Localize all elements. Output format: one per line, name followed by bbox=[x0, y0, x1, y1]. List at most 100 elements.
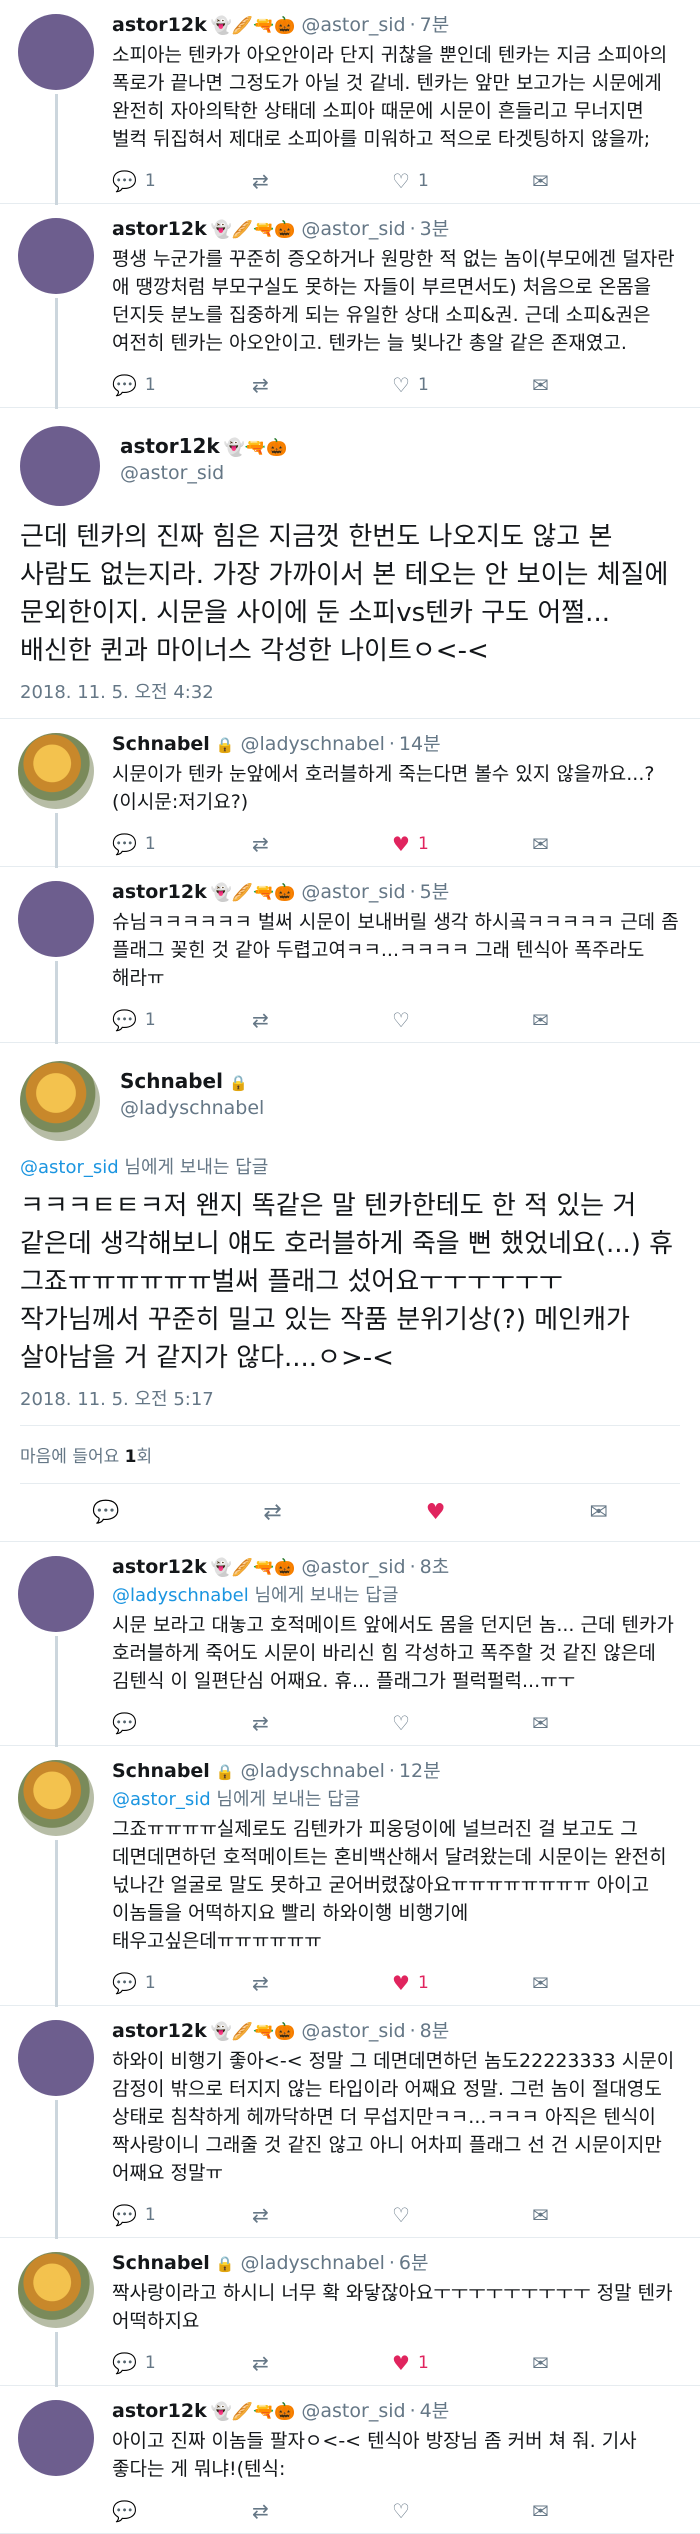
like-button[interactable]: ♥ 1 bbox=[392, 832, 532, 856]
display-name[interactable]: Schnabel bbox=[112, 1758, 210, 1784]
retweet-button[interactable]: ⇄ bbox=[252, 1971, 392, 1995]
tweet[interactable]: astor12k 👻🥖🔫🎃 @astor_sid · 3분 평생 누군가를 꾸준… bbox=[0, 204, 700, 409]
tweet[interactable]: Schnabel 🔒 @ladyschnabel · 6분 짝사랑이라고 하시니… bbox=[0, 2238, 700, 2387]
tweet-header: Schnabel 🔒 @ladyschnabel · 14분 bbox=[112, 731, 680, 758]
display-name[interactable]: astor12k bbox=[112, 1554, 207, 1580]
avatar[interactable] bbox=[18, 14, 94, 90]
tweet[interactable]: Schnabel 🔒 @ladyschnabel · 14분 시문이가 텐카 눈… bbox=[0, 719, 700, 868]
display-name[interactable]: Schnabel bbox=[112, 2250, 210, 2276]
timestamp[interactable]: 7분 bbox=[420, 12, 450, 38]
action-bar: 💬 1 ⇄ ♡ 1 ✉ bbox=[112, 165, 680, 197]
tweet[interactable]: astor12k 👻🥖🔫🎃 @astor_sid · 7분 소피아는 텐카가 아… bbox=[0, 0, 700, 205]
reply-button[interactable]: 💬 1 bbox=[112, 169, 252, 193]
dm-button[interactable]: ✉ bbox=[532, 1711, 672, 1735]
retweet-button[interactable]: ⇄ bbox=[252, 373, 392, 397]
user-handle[interactable]: @astor_sid bbox=[301, 216, 405, 242]
retweet-button[interactable]: ⇄ bbox=[252, 832, 392, 856]
dm-button[interactable]: ✉ bbox=[532, 2203, 672, 2227]
like-count-row[interactable]: 마음에 들어요 1회 bbox=[20, 1425, 680, 1483]
display-name[interactable]: astor12k bbox=[112, 12, 207, 38]
avatar[interactable] bbox=[18, 1760, 94, 1836]
user-handle[interactable]: @astor_sid bbox=[301, 12, 405, 38]
reply-target-link[interactable]: @astor_sid bbox=[112, 1789, 211, 1810]
user-handle[interactable]: @astor_sid bbox=[301, 879, 405, 905]
dm-button[interactable]: ✉ bbox=[532, 373, 672, 397]
avatar[interactable] bbox=[18, 881, 94, 957]
like-button[interactable]: ♡ bbox=[392, 1711, 532, 1735]
display-name[interactable]: astor12k bbox=[112, 2018, 207, 2044]
tweet[interactable]: Schnabel 🔒 @ladyschnabel · 12분 @astor_si… bbox=[0, 1746, 700, 2007]
display-name[interactable]: astor12k bbox=[112, 2398, 207, 2424]
dm-button[interactable]: ✉ bbox=[532, 1971, 672, 1995]
user-handle[interactable]: @astor_sid bbox=[301, 1554, 405, 1580]
user-handle[interactable]: @astor_sid bbox=[301, 2018, 405, 2044]
like-button[interactable]: ♥ 1 bbox=[392, 1971, 532, 1995]
tweet-header: astor12k 👻🥖🔫🎃 @astor_sid · 4분 bbox=[112, 2398, 680, 2425]
mail-icon: ✉ bbox=[532, 1971, 549, 1995]
timestamp[interactable]: 6분 bbox=[399, 2250, 429, 2276]
reply-button[interactable]: 💬 1 bbox=[112, 832, 252, 856]
avatar[interactable] bbox=[20, 1061, 100, 1141]
display-name[interactable]: astor12k bbox=[120, 434, 220, 458]
reply-target-link[interactable]: @astor_sid bbox=[20, 1157, 119, 1178]
retweet-button[interactable]: ⇄ bbox=[252, 2351, 392, 2375]
like-button[interactable]: ♥ 1 bbox=[392, 2351, 532, 2375]
dm-button[interactable]: ✉ bbox=[532, 1008, 672, 1032]
heart-icon[interactable]: ♥ bbox=[426, 1500, 446, 1525]
display-name[interactable]: astor12k bbox=[112, 879, 207, 905]
timestamp[interactable]: 4분 bbox=[420, 2398, 450, 2424]
avatar[interactable] bbox=[18, 733, 94, 809]
mail-icon[interactable]: ✉ bbox=[590, 1500, 608, 1525]
user-handle[interactable]: @astor_sid bbox=[120, 460, 680, 486]
user-handle[interactable]: @astor_sid bbox=[301, 2398, 405, 2424]
user-handle[interactable]: @ladyschnabel bbox=[241, 731, 385, 757]
reply-button[interactable]: 💬 1 bbox=[112, 2203, 252, 2227]
reply-button[interactable]: 💬 bbox=[112, 1711, 252, 1735]
timestamp[interactable]: 8분 bbox=[420, 2018, 450, 2044]
tweet-header: astor12k 👻🥖🔫🎃 @astor_sid · 8분 bbox=[112, 2018, 680, 2045]
tweet[interactable]: astor12k 👻🥖🔫🎃 @astor_sid · 8분 하와이 비행기 좋아… bbox=[0, 2006, 700, 2239]
avatar[interactable] bbox=[18, 218, 94, 294]
reply-button[interactable]: 💬 1 bbox=[112, 2351, 252, 2375]
reply-target-link[interactable]: @ladyschnabel bbox=[112, 1585, 249, 1606]
timestamp[interactable]: 3분 bbox=[420, 216, 450, 242]
like-button[interactable]: ♡ 1 bbox=[392, 373, 532, 397]
user-handle[interactable]: @ladyschnabel bbox=[241, 2250, 385, 2276]
retweet-button[interactable]: ⇄ bbox=[252, 169, 392, 193]
retweet-button[interactable]: ⇄ bbox=[252, 1711, 392, 1735]
user-handle[interactable]: @ladyschnabel bbox=[241, 1758, 385, 1784]
tweet-timestamp[interactable]: 2018. 11. 5. 오전 5:17 bbox=[20, 1385, 680, 1425]
avatar[interactable] bbox=[18, 2020, 94, 2096]
display-name[interactable]: astor12k bbox=[112, 216, 207, 242]
reply-button[interactable]: 💬 1 bbox=[112, 1971, 252, 1995]
dm-button[interactable]: ✉ bbox=[532, 832, 672, 856]
dm-button[interactable]: ✉ bbox=[532, 169, 672, 193]
tweet[interactable]: astor12k 👻🥖🔫🎃 @astor_sid · 4분 아이고 진짜 이놈들… bbox=[0, 2386, 700, 2534]
display-name[interactable]: Schnabel bbox=[112, 731, 210, 757]
like-button[interactable]: ♡ 1 bbox=[392, 169, 532, 193]
tweet[interactable]: astor12k 👻🥖🔫🎃 @astor_sid · 8초 @ladyschna… bbox=[0, 1542, 700, 1747]
dm-button[interactable]: ✉ bbox=[532, 2351, 672, 2375]
timestamp[interactable]: 5분 bbox=[420, 879, 450, 905]
name-emojis: 👻🥖🔫🎃 bbox=[210, 2022, 296, 2042]
avatar[interactable] bbox=[18, 2252, 94, 2328]
display-name[interactable]: Schnabel bbox=[120, 1069, 223, 1093]
user-handle[interactable]: @ladyschnabel bbox=[120, 1095, 680, 1121]
timestamp[interactable]: 14분 bbox=[399, 731, 441, 757]
avatar[interactable] bbox=[20, 426, 100, 506]
reply-icon[interactable]: 💬 bbox=[92, 1500, 119, 1525]
retweet-button[interactable]: ⇄ bbox=[252, 1008, 392, 1032]
like-button[interactable]: ♡ bbox=[392, 1008, 532, 1032]
mail-icon: ✉ bbox=[532, 832, 549, 856]
retweet-button[interactable]: ⇄ bbox=[252, 2203, 392, 2227]
retweet-icon[interactable]: ⇄ bbox=[263, 1500, 281, 1525]
like-button[interactable]: ♡ bbox=[392, 2203, 532, 2227]
reply-button[interactable]: 💬 1 bbox=[112, 373, 252, 397]
avatar[interactable] bbox=[18, 2400, 94, 2476]
reply-button[interactable]: 💬 1 bbox=[112, 1008, 252, 1032]
timestamp[interactable]: 8초 bbox=[420, 1554, 450, 1580]
tweet-timestamp[interactable]: 2018. 11. 5. 오전 4:32 bbox=[20, 678, 680, 718]
timestamp[interactable]: 12분 bbox=[399, 1758, 441, 1784]
avatar[interactable] bbox=[18, 1556, 94, 1632]
tweet[interactable]: astor12k 👻🥖🔫🎃 @astor_sid · 5분 슈님ㅋㅋㅋㅋㅋㅋ 벌… bbox=[0, 867, 700, 1044]
